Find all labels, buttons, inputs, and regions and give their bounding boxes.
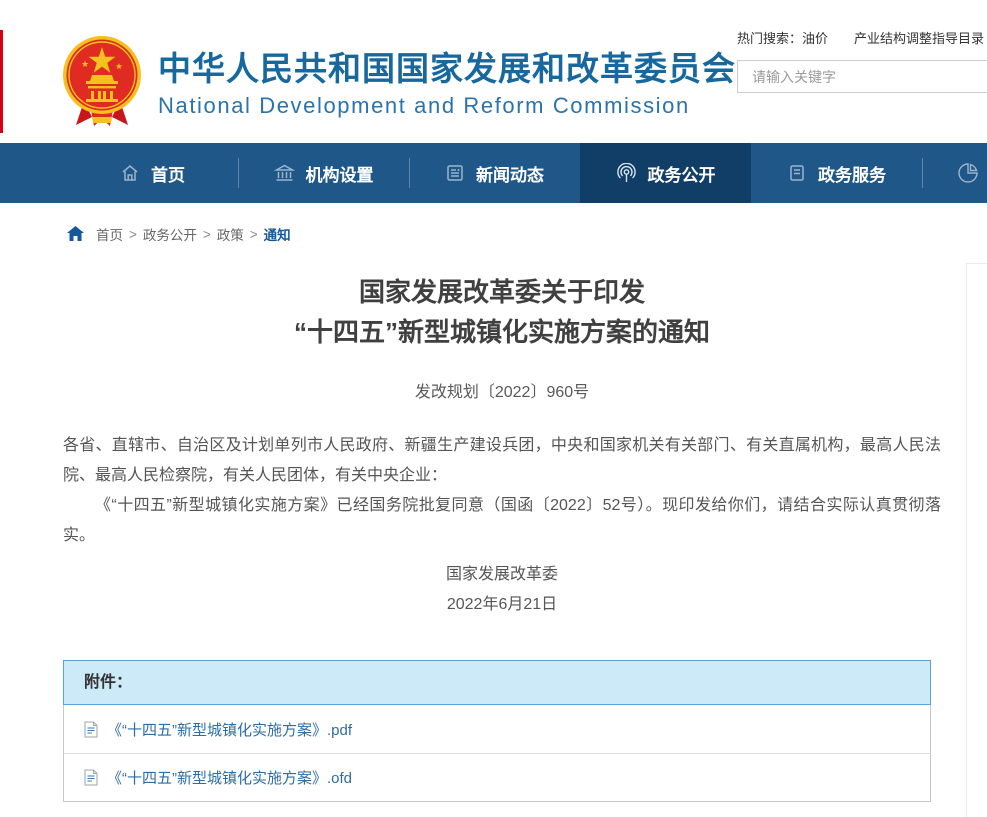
attachment-link-pdf[interactable]: 《“十四五”新型城镇化实施方案》.pdf [107, 719, 352, 740]
signature-agency: 国家发展改革委 [63, 560, 941, 590]
breadcrumb-item-home[interactable]: 首页 [96, 224, 123, 244]
breadcrumb: 首页 > 政务公开 > 政策 > 通知 [67, 224, 291, 244]
signature-date: 2022年6月21日 [63, 590, 941, 620]
search-box [737, 60, 987, 93]
main-nav: 首页 机构设置 新闻动态 政务公开 政务服务 发展数据 [0, 143, 987, 203]
breadcrumb-separator: > [250, 227, 258, 242]
attachment-link-ofd[interactable]: 《“十四五”新型城镇化实施方案》.ofd [107, 767, 352, 788]
news-icon [445, 163, 465, 183]
nav-item-development-data[interactable]: 发展数据 [922, 143, 987, 203]
nav-item-news[interactable]: 新闻动态 [409, 143, 580, 203]
file-icon [84, 769, 98, 786]
hot-search-term-catalog[interactable]: 产业结构调整指导目录 [854, 28, 984, 47]
national-emblem-icon [62, 33, 142, 134]
document-title: 国家发展改革委关于印发 “十四五”新型城镇化实施方案的通知 [63, 272, 941, 352]
attachment-row-ofd[interactable]: 《“十四五”新型城镇化实施方案》.ofd [64, 753, 930, 801]
broadcast-icon [616, 163, 637, 184]
breadcrumb-item-disclosure[interactable]: 政务公开 [143, 224, 197, 244]
site-title: 中华人民共和国国家发展和改革委员会 National Development a… [158, 42, 736, 119]
article: 国家发展改革委关于印发 “十四五”新型城镇化实施方案的通知 发改规划〔2022〕… [63, 272, 941, 620]
nav-item-gov-services[interactable]: 政务服务 [751, 143, 922, 203]
hot-search-label: 热门搜索： [737, 28, 802, 47]
breadcrumb-item-policy[interactable]: 政策 [217, 224, 244, 244]
breadcrumb-home-icon[interactable] [67, 226, 84, 242]
nav-item-organization[interactable]: 机构设置 [238, 143, 409, 203]
nav-label: 政务服务 [818, 161, 886, 186]
attachments-header: 附件： [63, 660, 931, 705]
service-doc-icon [787, 163, 807, 183]
paragraph-recipients: 各省、直辖市、自治区及计划单列市人民政府、新疆生产建设兵团，中央和国家机关有关部… [63, 431, 941, 491]
attachments-section: 附件： 《“十四五”新型城镇化实施方案》.pdf 《“十四五”新型城镇化实施方案… [63, 660, 931, 802]
document-number: 发改规划〔2022〕960号 [63, 378, 941, 402]
right-sidebar-clipped [966, 263, 987, 817]
breadcrumb-separator: > [129, 227, 137, 242]
site-logo-link[interactable]: 中华人民共和国国家发展和改革委员会 National Development a… [62, 31, 732, 131]
nav-item-gov-disclosure[interactable]: 政务公开 [580, 143, 751, 203]
nav-label: 首页 [151, 161, 185, 186]
site-title-zh: 中华人民共和国国家发展和改革委员会 [158, 42, 736, 90]
header-search-area: 热门搜索： 油价 产业结构调整指导目录 [737, 28, 987, 93]
document-body: 各省、直辖市、自治区及计划单列市人民政府、新疆生产建设兵团，中央和国家机关有关部… [63, 431, 941, 551]
pie-chart-icon [957, 162, 979, 184]
breadcrumb-separator: > [203, 227, 211, 242]
hot-search-bar: 热门搜索： 油价 产业结构调整指导目录 [737, 28, 987, 47]
home-icon [120, 163, 140, 183]
attachments-list: 《“十四五”新型城镇化实施方案》.pdf 《“十四五”新型城镇化实施方案》.of… [63, 705, 931, 802]
institution-icon [274, 163, 295, 183]
nav-label: 机构设置 [306, 161, 374, 186]
breadcrumb-item-notice: 通知 [264, 224, 291, 244]
hot-search-term-oil[interactable]: 油价 [802, 28, 828, 47]
file-icon [84, 721, 98, 738]
left-red-stripe [0, 30, 3, 133]
search-input[interactable] [738, 61, 987, 92]
paragraph-main: 《“十四五”新型城镇化实施方案》已经国务院批复同意（国函〔2022〕52号）。现… [63, 491, 941, 551]
site-title-en: National Development and Reform Commissi… [158, 93, 736, 119]
document-title-line2: “十四五”新型城镇化实施方案的通知 [63, 312, 941, 352]
signature-block: 国家发展改革委 2022年6月21日 [63, 560, 941, 620]
document-title-line1: 国家发展改革委关于印发 [63, 272, 941, 312]
nav-label: 政务公开 [648, 161, 716, 186]
nav-item-home[interactable]: 首页 [67, 143, 238, 203]
attachment-row-pdf[interactable]: 《“十四五”新型城镇化实施方案》.pdf [64, 705, 930, 753]
nav-label: 新闻动态 [476, 161, 544, 186]
